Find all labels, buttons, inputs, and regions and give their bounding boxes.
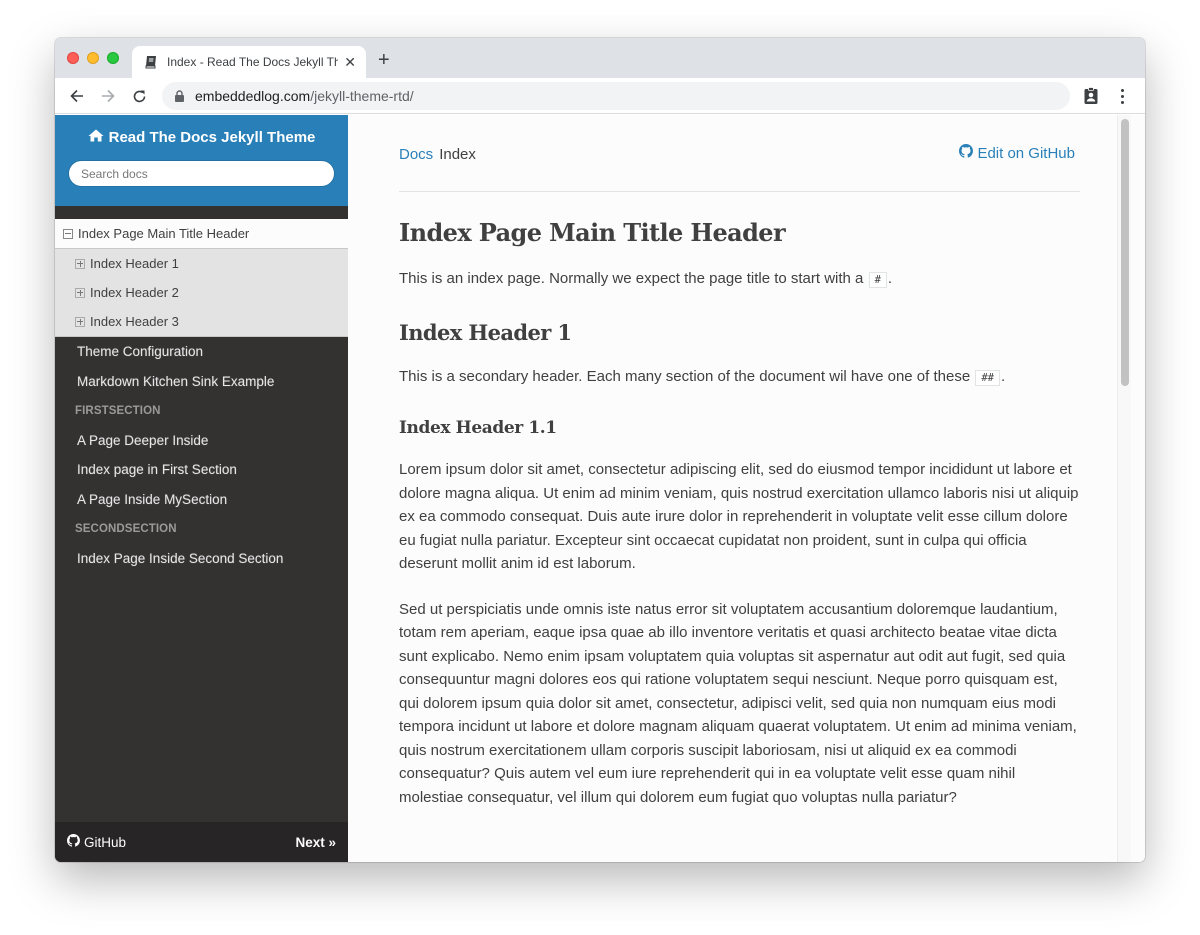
sidebar-item-index-second-section[interactable]: Index Page Inside Second Section xyxy=(55,544,348,574)
section-heading: Index Header 1 xyxy=(399,319,572,345)
sidebar-item-kitchen-sink[interactable]: Markdown Kitchen Sink Example xyxy=(55,367,348,397)
github-link[interactable]: GitHub xyxy=(67,834,126,850)
edit-on-github-label: Edit on GitHub xyxy=(977,144,1075,162)
sidebar-item-label: Index Page Main Title Header xyxy=(78,226,250,241)
sidebar-header: Read The Docs Jekyll Theme xyxy=(55,115,348,206)
plus-square-icon[interactable] xyxy=(75,258,85,269)
scrollbar-thumb[interactable] xyxy=(1121,119,1129,386)
minus-square-icon[interactable] xyxy=(63,228,73,239)
sidebar-item-current[interactable]: Index Page Main Title Header xyxy=(55,219,348,249)
tab-strip: Index - Read The Docs Jekyll Theme ✕ + xyxy=(55,38,1145,78)
sidebar-item-index-first-section[interactable]: Index page in First Section xyxy=(55,455,348,485)
home-link[interactable]: Read The Docs Jekyll Theme xyxy=(88,129,316,146)
breadcrumb: Docs Index Edit on GitHub xyxy=(399,115,1080,192)
edit-on-github-link[interactable]: Edit on GitHub xyxy=(959,144,1075,162)
sidebar-item-theme-configuration[interactable]: Theme Configuration xyxy=(55,337,348,367)
window-controls xyxy=(67,52,119,64)
sidebar-item-page-inside-mysection[interactable]: A Page Inside MySection xyxy=(55,485,348,515)
punctuation: . xyxy=(887,270,893,287)
lock-icon xyxy=(174,90,186,102)
url-host: embeddedlog.com xyxy=(195,88,311,104)
intro-text: This is an index page. Normally we expec… xyxy=(399,270,864,287)
sidebar-subitem[interactable]: Index Header 1 xyxy=(55,249,348,278)
sidebar-subitem-label: Index Header 2 xyxy=(90,285,179,300)
url-path: /jekyll-theme-rtd/ xyxy=(310,88,414,104)
kebab-menu-icon[interactable] xyxy=(1117,87,1127,105)
breadcrumb-current: Index xyxy=(439,146,476,163)
sidebar: Read The Docs Jekyll Theme Index Page Ma… xyxy=(55,115,348,862)
browser-tab-active[interactable]: Index - Read The Docs Jekyll Theme ✕ xyxy=(132,46,366,78)
github-icon xyxy=(67,834,80,850)
breadcrumb-docs-link[interactable]: Docs xyxy=(399,146,433,163)
arrow-left-icon[interactable] xyxy=(69,88,85,104)
sidebar-subitem-label: Index Header 3 xyxy=(90,314,179,329)
new-tab-button[interactable]: + xyxy=(378,50,390,70)
sidebar-subitem[interactable]: Index Header 3 xyxy=(55,307,348,336)
brand-title: Read The Docs Jekyll Theme xyxy=(108,129,316,146)
inline-code: # xyxy=(868,272,887,288)
address-bar[interactable]: embeddedlog.com/jekyll-theme-rtd/ xyxy=(162,82,1070,110)
browser-window: Index - Read The Docs Jekyll Theme ✕ + e… xyxy=(55,38,1145,862)
tab-title: Index - Read The Docs Jekyll Theme xyxy=(167,55,339,69)
next-page-link[interactable]: Next » xyxy=(295,835,336,850)
menu-spacer xyxy=(55,206,348,219)
arrow-right-icon[interactable] xyxy=(100,88,116,104)
subsection-heading: Index Header 1.1 xyxy=(399,418,557,438)
close-window-button[interactable] xyxy=(67,52,79,64)
plus-square-icon[interactable] xyxy=(75,316,85,327)
search-input[interactable] xyxy=(68,160,335,187)
badge-icon[interactable] xyxy=(1082,87,1100,105)
scrollbar[interactable] xyxy=(1117,115,1131,862)
reload-icon[interactable] xyxy=(131,88,147,104)
inline-code: ## xyxy=(975,369,1000,386)
main-content: Docs Index Edit on GitHub Index Page Main… xyxy=(348,115,1131,862)
plus-square-icon[interactable] xyxy=(75,287,85,298)
sidebar-caption-firstsection: FIRSTSECTION xyxy=(75,404,161,417)
book-icon xyxy=(144,55,158,69)
page-viewport: Read The Docs Jekyll Theme Index Page Ma… xyxy=(55,115,1145,862)
sidebar-subitems: Index Header 1 Index Header 2 Index Head… xyxy=(55,249,348,337)
maximize-window-button[interactable] xyxy=(107,52,119,64)
sidebar-footer: GitHub Next » xyxy=(55,822,348,862)
minimize-window-button[interactable] xyxy=(87,52,99,64)
intro-paragraph: This is an index page. Normally we expec… xyxy=(399,267,1080,293)
github-icon xyxy=(959,144,974,162)
github-label: GitHub xyxy=(84,834,127,850)
document: Docs Index Edit on GitHub Index Page Main… xyxy=(399,115,1080,809)
body-paragraph: Lorem ipsum dolor sit amet, consectetur … xyxy=(399,461,1079,572)
sidebar-item-page-deeper-inside[interactable]: A Page Deeper Inside xyxy=(55,426,348,456)
punctuation: . xyxy=(1001,367,1006,385)
browser-toolbar: embeddedlog.com/jekyll-theme-rtd/ xyxy=(55,78,1145,114)
body-paragraph: Sed ut perspiciatis unde omnis iste natu… xyxy=(399,600,1077,806)
page-title: Index Page Main Title Header xyxy=(399,218,786,247)
home-icon xyxy=(88,129,104,146)
sidebar-subitem-label: Index Header 1 xyxy=(90,256,179,271)
close-icon[interactable]: ✕ xyxy=(344,55,356,69)
section-text: This is a secondary header. Each many se… xyxy=(399,367,971,385)
sidebar-caption-secondsection: SECONDSECTION xyxy=(75,522,177,535)
sidebar-subitem[interactable]: Index Header 2 xyxy=(55,278,348,307)
section-paragraph: This is a secondary header. Each many se… xyxy=(399,365,1080,391)
